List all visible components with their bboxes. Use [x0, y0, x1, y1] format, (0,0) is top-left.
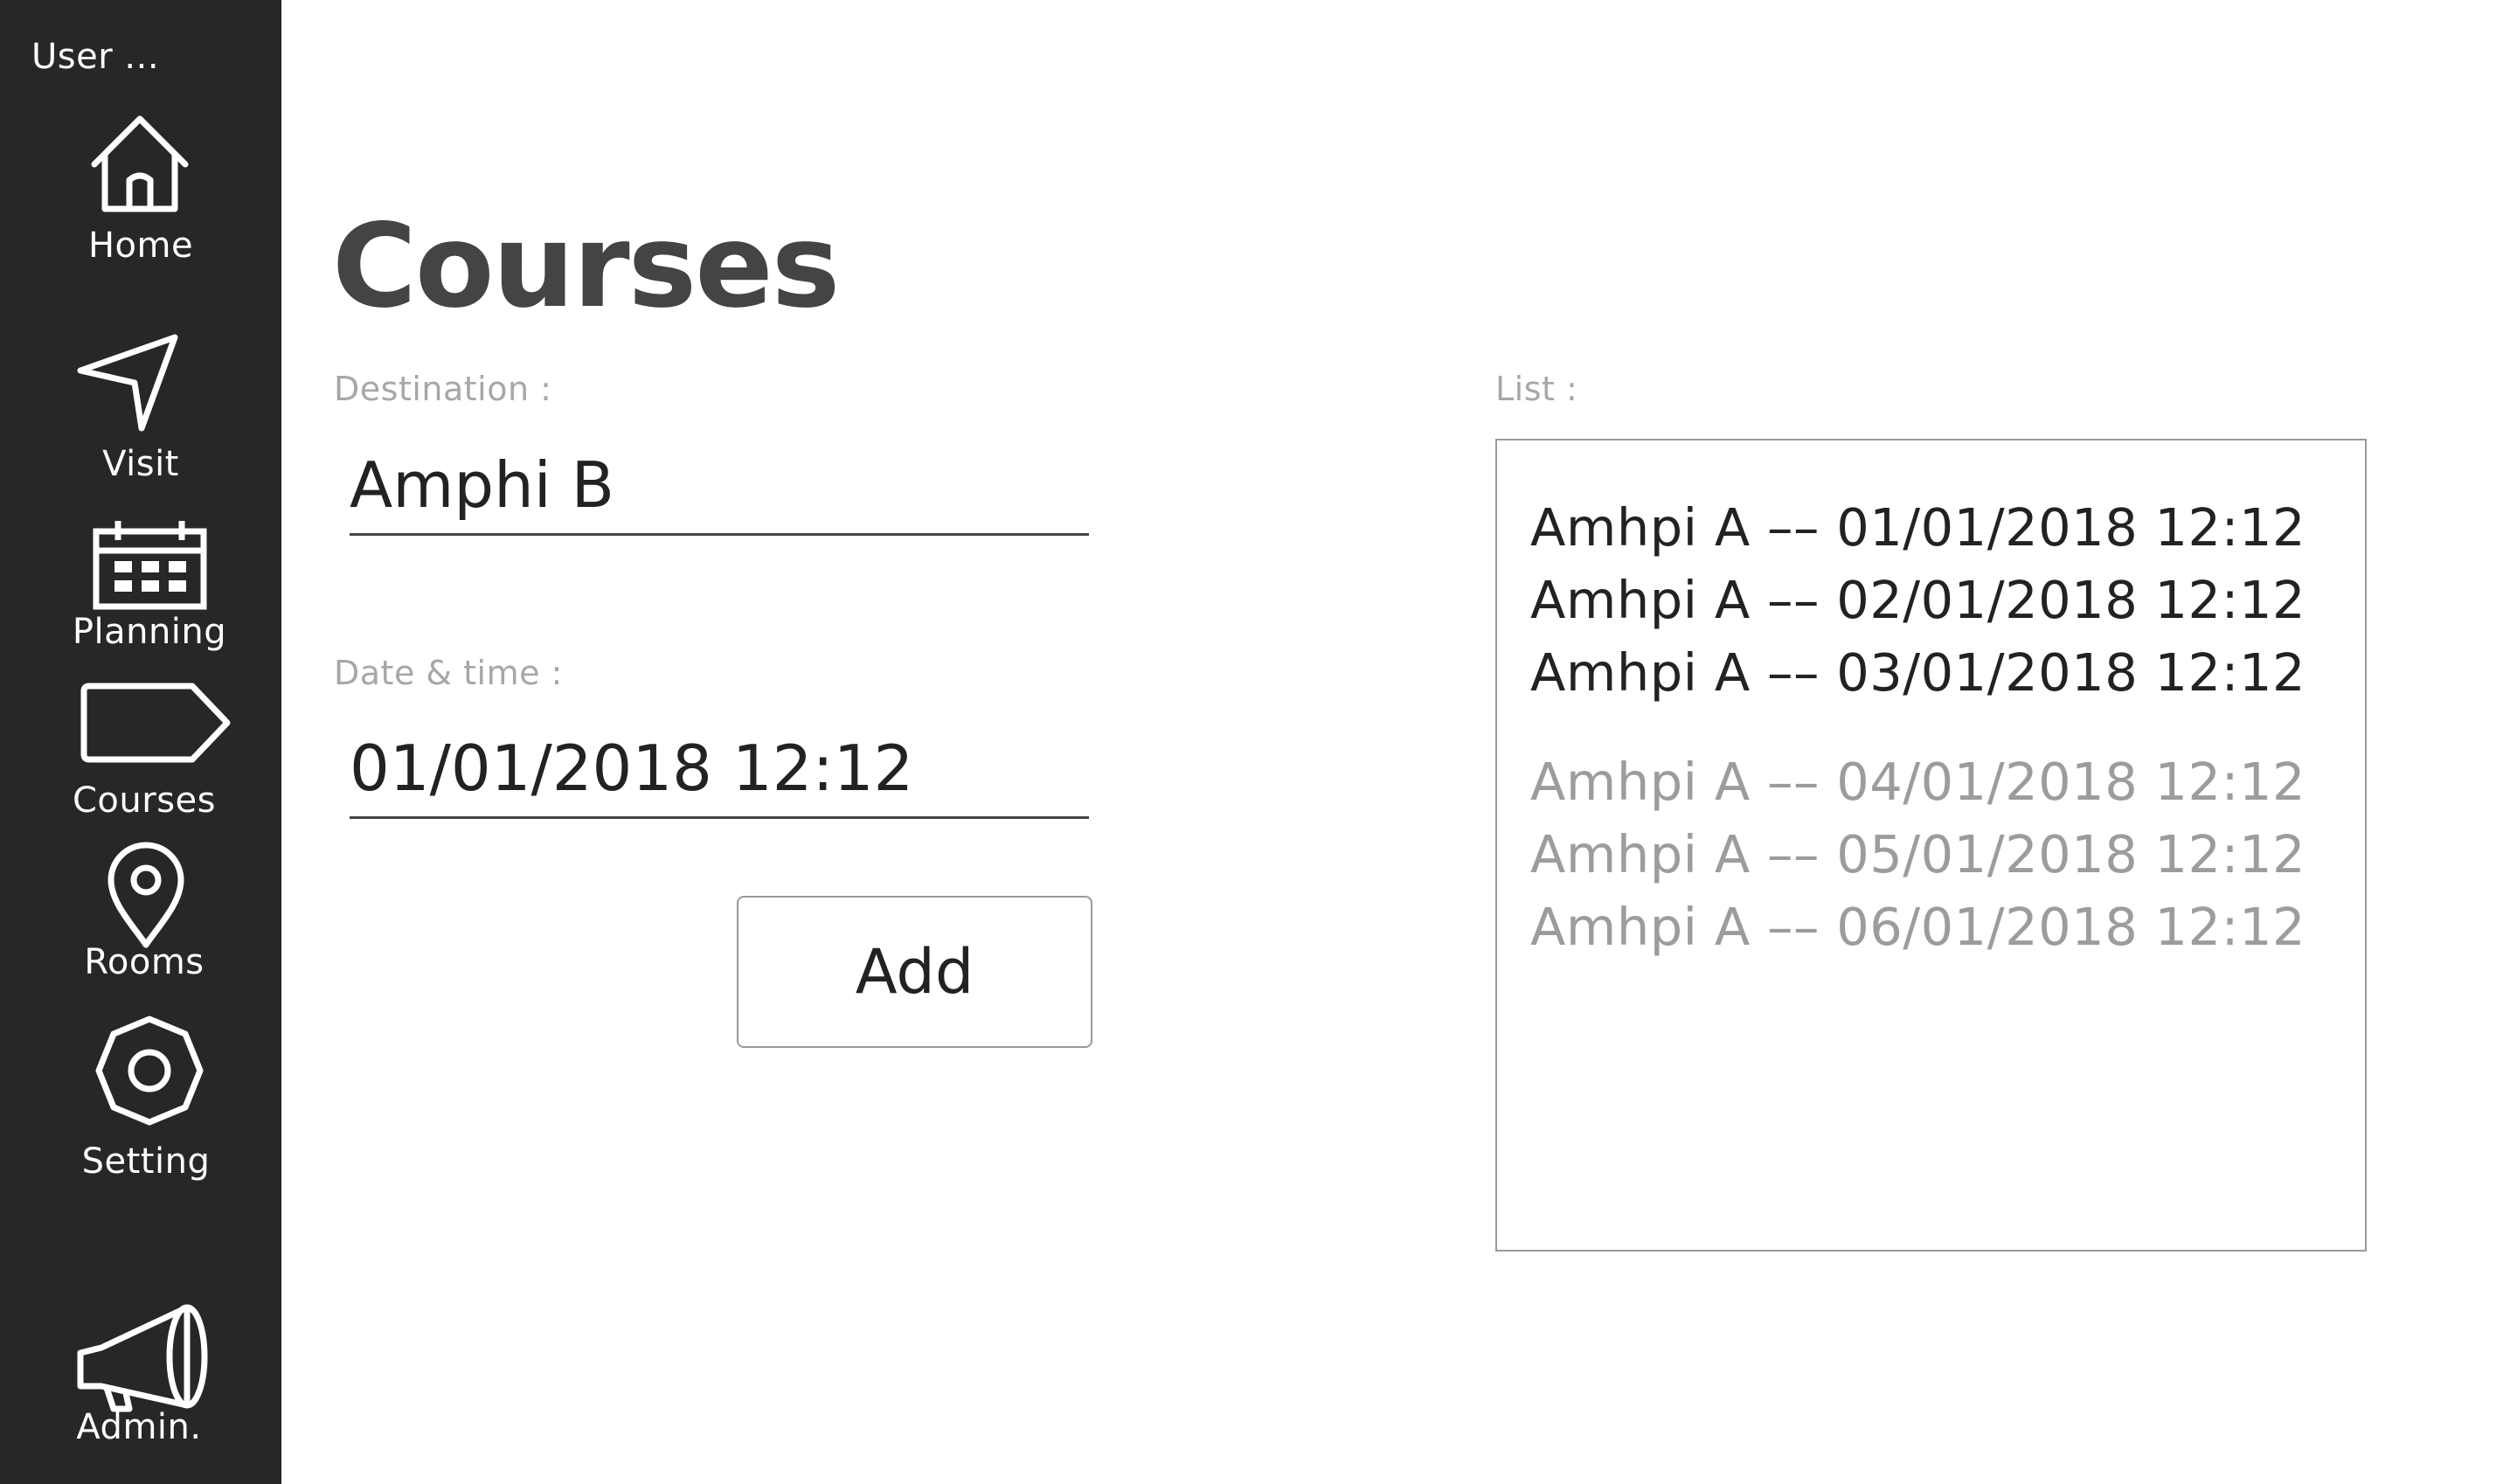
sidebar-item-visit[interactable]: Visit	[0, 323, 281, 489]
navigation-arrow-icon	[77, 334, 178, 432]
sidebar-item-planning[interactable]: Planning	[0, 516, 281, 664]
list-item[interactable]: Amhpi A –– 04/01/2018 12:12	[1530, 752, 2306, 812]
sidebar-item-label: Planning	[72, 612, 227, 652]
sidebar-item-label: Setting	[81, 1141, 211, 1182]
sidebar-item-label: Admin.	[76, 1407, 202, 1447]
list-item[interactable]: Amhpi A –– 01/01/2018 12:12	[1530, 497, 2306, 558]
destination-input[interactable]	[350, 437, 1089, 536]
sidebar-item-rooms[interactable]: Rooms	[0, 839, 281, 992]
sidebar-item-label: Rooms	[84, 942, 205, 982]
sidebar-item-home[interactable]: Home	[0, 105, 281, 271]
calendar-icon	[93, 521, 207, 610]
list-item[interactable]: Amhpi A –– 05/01/2018 12:12	[1530, 824, 2306, 884]
course-list[interactable]: Amhpi A –– 01/01/2018 12:12 Amhpi A –– 0…	[1495, 439, 2367, 1252]
sidebar-item-admin[interactable]: Admin.	[0, 1302, 281, 1460]
megaphone-icon	[77, 1304, 208, 1412]
datetime-input[interactable]	[350, 720, 1089, 819]
list-item[interactable]: Amhpi A –– 06/01/2018 12:12	[1530, 897, 2306, 957]
location-pin-icon	[107, 842, 184, 948]
tag-icon	[80, 683, 231, 763]
sidebar: User ... Home Visit Planning Courses Roo…	[0, 0, 281, 1484]
sidebar-item-label: Home	[87, 225, 194, 266]
datetime-label: Date & time :	[334, 654, 563, 692]
user-label[interactable]: User ...	[31, 37, 159, 77]
list-item[interactable]: Amhpi A –– 02/01/2018 12:12	[1530, 570, 2306, 630]
sidebar-item-courses[interactable]: Courses	[0, 677, 281, 830]
page-title: Courses	[332, 199, 840, 334]
destination-label: Destination :	[334, 370, 552, 408]
home-icon	[91, 115, 189, 212]
gear-icon	[95, 1016, 204, 1126]
sidebar-item-label: Visit	[102, 444, 179, 484]
list-label: List :	[1495, 370, 1578, 408]
sidebar-item-setting[interactable]: Setting	[0, 1014, 281, 1182]
sidebar-item-label: Courses	[73, 780, 216, 821]
add-button[interactable]: Add	[737, 896, 1092, 1048]
list-item[interactable]: Amhpi A –– 03/01/2018 12:12	[1530, 642, 2306, 703]
